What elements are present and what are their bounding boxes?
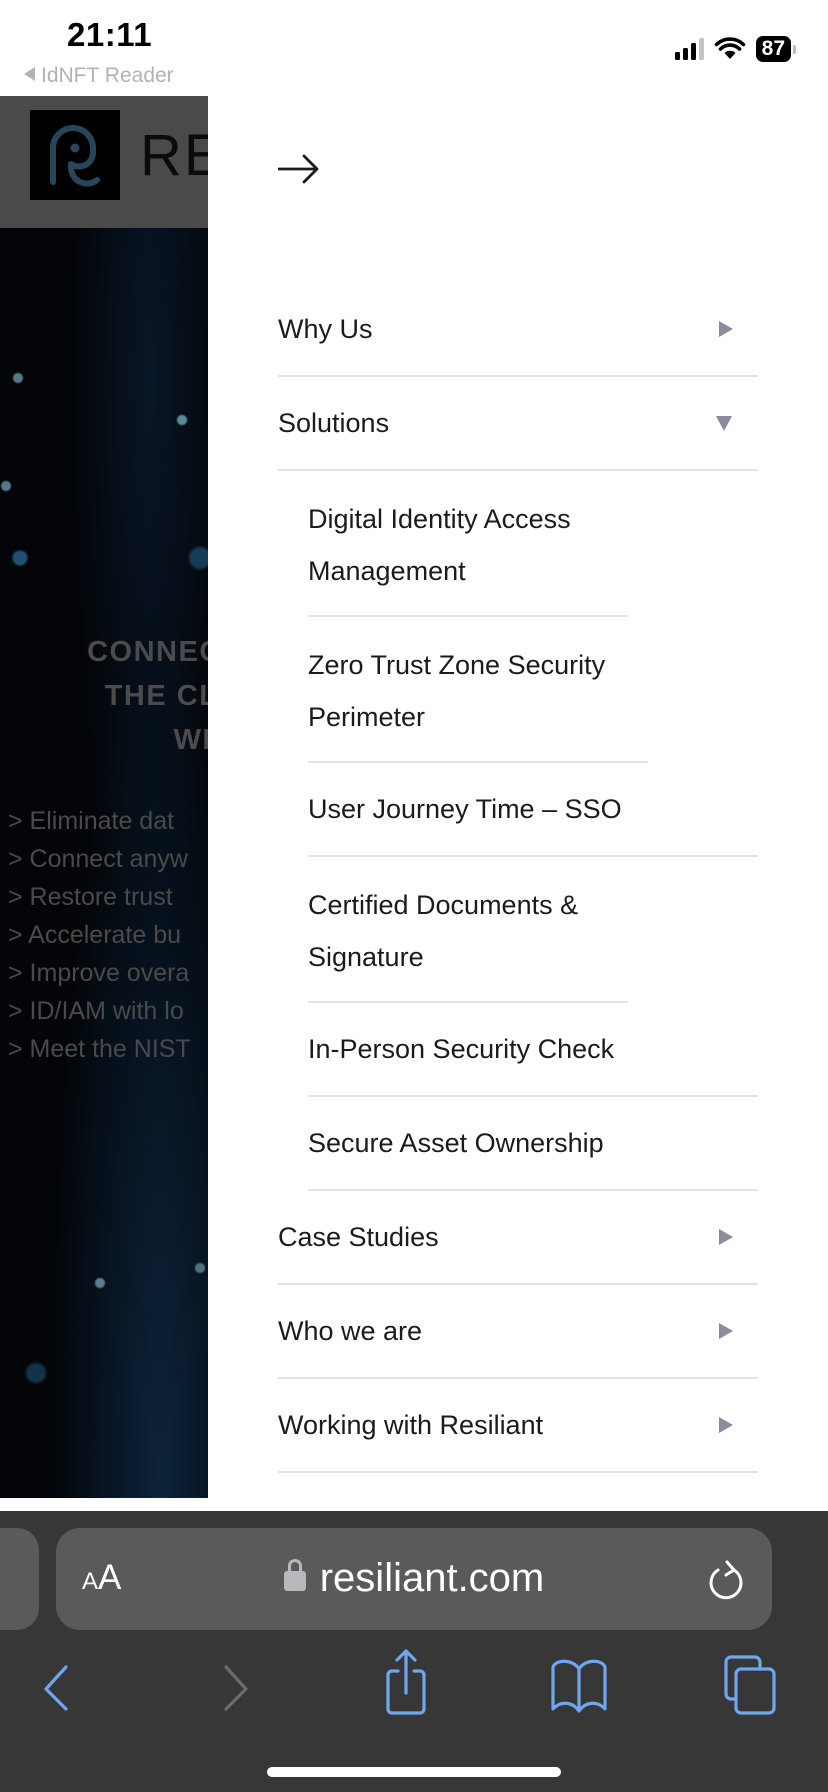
caret-down-icon[interactable]: [716, 415, 732, 431]
benefit-item: > Meet the NIST: [8, 1035, 191, 1063]
back-to-app-link[interactable]: IdNFT Reader: [24, 64, 174, 88]
url-display[interactable]: resiliant.com: [56, 1556, 772, 1601]
forward-chevron-icon[interactable]: [220, 1657, 252, 1717]
address-bar[interactable]: AA resiliant.com: [56, 1528, 772, 1630]
navigation-drawer: Why Us Solutions Digital Identity Access…: [208, 96, 828, 1511]
menu-item-label: Working with Resiliant: [278, 1409, 544, 1440]
menu-item-label: Why Us: [278, 313, 373, 344]
menu-item-label: Who we are: [278, 1315, 423, 1346]
hero-title-line: WI: [173, 724, 208, 756]
previous-tab-preview[interactable]: [0, 1528, 39, 1630]
benefit-item: > Improve overa: [8, 959, 190, 987]
solutions-submenu: Digital Identity Access Management Zero …: [308, 471, 758, 1191]
caret-right-icon[interactable]: [719, 1323, 733, 1339]
caret-right-icon[interactable]: [719, 1229, 733, 1245]
status-bar: 21:11 IdNFT Reader 87: [0, 0, 828, 96]
menu-item-label: Case Studies: [278, 1221, 439, 1252]
benefit-item: > Accelerate bu: [8, 921, 182, 949]
menu-item-why-us[interactable]: Why Us: [278, 283, 758, 377]
arrow-right-icon[interactable]: [278, 154, 320, 184]
background-page[interactable]: RE CONNECTIN THE CLI WI > Eliminate dat …: [0, 96, 208, 1498]
reload-icon[interactable]: [706, 1558, 746, 1602]
resiliant-logo-icon: [30, 110, 120, 200]
status-time: 21:11: [67, 16, 153, 53]
browser-bottom-bar: AA resiliant.com: [0, 1511, 828, 1792]
back-chevron-icon[interactable]: [40, 1657, 72, 1717]
back-triangle-icon: [24, 67, 35, 81]
hero-benefits-list: > Eliminate dat > Connect anyw > Restore…: [8, 802, 208, 1068]
hero-section: CONNECTIN THE CLI WI > Eliminate dat > C…: [0, 228, 208, 1498]
submenu-item-in-person-check[interactable]: In-Person Security Check: [308, 1003, 758, 1097]
bookmarks-icon[interactable]: [548, 1655, 610, 1715]
url-text: resiliant.com: [319, 1556, 545, 1600]
home-indicator[interactable]: [267, 1767, 561, 1777]
site-header: RE: [0, 96, 208, 228]
battery-level: 87: [755, 36, 791, 62]
benefit-item: > Restore trust: [8, 883, 173, 911]
brand-name: RE: [140, 123, 208, 188]
hero-title: CONNECTIN THE CLI WI: [0, 630, 208, 762]
menu-item-solutions[interactable]: Solutions: [278, 377, 758, 471]
battery-tip: [793, 44, 796, 54]
benefit-item: > Connect anyw: [8, 845, 188, 873]
caret-right-icon[interactable]: [719, 321, 733, 337]
menu-item-working-with-resiliant[interactable]: Working with Resiliant: [278, 1379, 758, 1473]
submenu-item-secure-asset[interactable]: Secure Asset Ownership: [308, 1097, 758, 1191]
lock-icon: [283, 1559, 306, 1591]
hero-title-line: CONNECTIN: [87, 636, 208, 668]
cellular-signal-icon: [674, 38, 704, 60]
wifi-icon: [714, 37, 745, 59]
benefit-item: > ID/IAM with lo: [8, 997, 184, 1025]
submenu-item-zero-trust[interactable]: Zero Trust Zone Security Perimeter: [308, 617, 648, 763]
menu-item-case-studies[interactable]: Case Studies: [278, 1191, 758, 1285]
browser-toolbar: [0, 1641, 828, 1721]
caret-right-icon[interactable]: [719, 1417, 733, 1433]
menu-item-who-we-are[interactable]: Who we are: [278, 1285, 758, 1379]
status-icons: 87: [674, 36, 796, 62]
benefit-item: > Eliminate dat: [8, 807, 175, 835]
tabs-icon[interactable]: [722, 1653, 782, 1717]
back-app-label: IdNFT Reader: [41, 64, 174, 87]
submenu-item-user-journey[interactable]: User Journey Time – SSO: [308, 763, 758, 857]
share-icon[interactable]: [380, 1647, 432, 1717]
menu-item-label: Solutions: [278, 407, 390, 438]
submenu-item-certified-documents[interactable]: Certified Documents & Signature: [308, 857, 628, 1003]
battery-indicator: 87: [755, 36, 796, 62]
main-menu: Why Us Solutions Digital Identity Access…: [278, 283, 758, 1473]
hero-title-line: THE CLI: [104, 680, 208, 712]
submenu-item-digital-identity[interactable]: Digital Identity Access Management: [308, 471, 628, 617]
